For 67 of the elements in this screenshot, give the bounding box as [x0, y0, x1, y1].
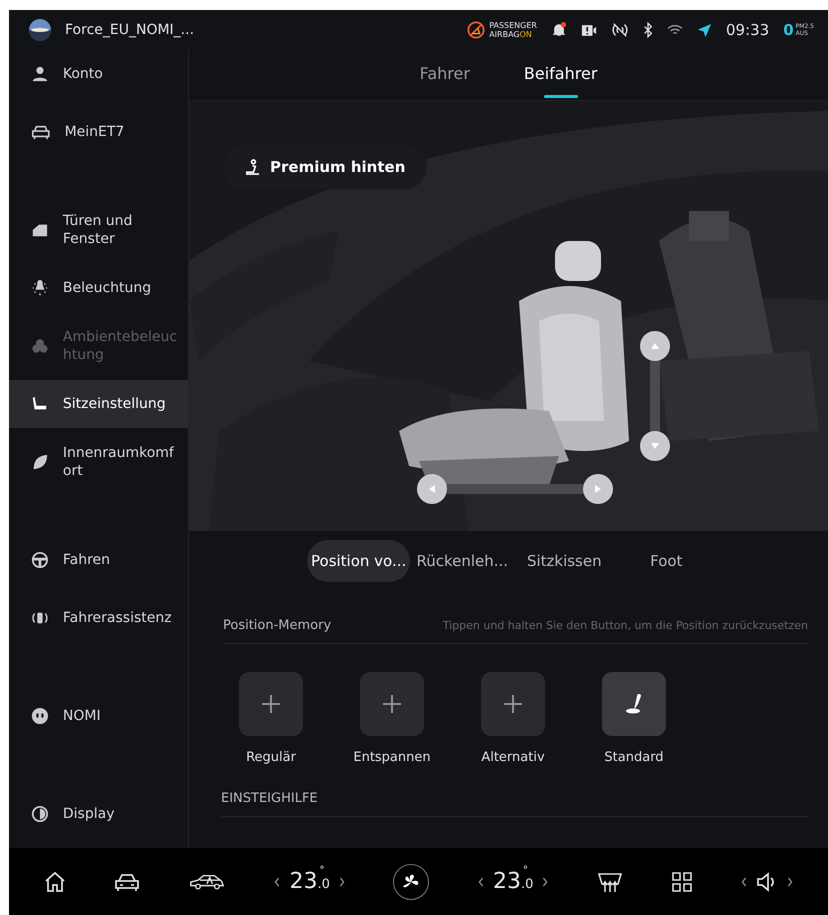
sidebar-item[interactable]: Fahren — [9, 536, 188, 584]
memory-label: Standard — [603, 750, 665, 765]
sidebar-item[interactable]: Display — [9, 790, 188, 838]
sidebar-item[interactable]: Konto — [9, 50, 188, 98]
plus-icon — [382, 694, 402, 714]
sidebar-item[interactable]: NOMI — [9, 692, 188, 740]
hint-text: Tippen und halten Sie den Button, um die Position zurückzusetzen — [442, 618, 808, 632]
memory-button[interactable] — [602, 672, 666, 736]
person-icon — [31, 65, 49, 83]
tab[interactable]: Fahrer — [416, 50, 474, 100]
bluetooth-icon — [642, 22, 653, 38]
grid-icon — [670, 870, 693, 892]
no-signal-icon — [610, 22, 629, 38]
car-side-icon — [188, 872, 226, 890]
triangle-down-icon — [650, 442, 660, 450]
segment-tab[interactable]: Position vo... — [307, 540, 410, 582]
memory-label: Regulär — [245, 750, 297, 765]
memory-label: Entspannen — [352, 750, 432, 765]
car-a-button[interactable] — [188, 872, 226, 890]
bell-icon[interactable] — [550, 22, 567, 38]
triangle-right-icon — [594, 484, 602, 494]
avatar[interactable] — [29, 19, 51, 41]
chevron-left-icon[interactable] — [477, 876, 485, 888]
chevron-right-icon[interactable] — [338, 876, 346, 888]
home-icon — [42, 870, 67, 894]
chevron-left-icon[interactable] — [740, 876, 748, 888]
location-arrow-icon — [696, 22, 712, 38]
wifi-icon — [666, 24, 683, 36]
sidebar-item[interactable]: Fahrerassistenz — [9, 594, 188, 642]
profile-name[interactable]: Force_EU_NOMI_... — [65, 22, 454, 38]
plus-icon — [261, 694, 281, 714]
sidebar-item[interactable]: Türen und Fenster — [9, 206, 188, 254]
triangle-up-icon — [650, 342, 660, 350]
sidebar-item[interactable]: Sitzeinstellung — [9, 380, 188, 428]
steering-wheel-icon — [31, 551, 49, 569]
sidebar-item[interactable]: Innenraumkomfort — [9, 438, 188, 486]
airbag-label: PASSENGER — [489, 21, 537, 30]
sidebar-item[interactable]: MeinET7 — [9, 108, 188, 156]
air-quality-value: 0 — [783, 21, 794, 39]
airbag-off-icon — [467, 21, 486, 39]
tab[interactable]: Beifahrer — [520, 50, 602, 100]
memory-label: Alternativ — [480, 750, 546, 765]
segment-tab[interactable]: Foot — [616, 540, 716, 582]
sidebar-item[interactable]: Beleuchtung — [9, 264, 188, 312]
leaf-icon — [31, 453, 49, 471]
circles-icon — [31, 337, 49, 355]
contrast-icon — [31, 805, 49, 823]
fan-button[interactable] — [393, 864, 430, 900]
segment-tab[interactable]: Rückenleh... — [412, 540, 512, 582]
airbag-label: AIRBAGON — [489, 30, 533, 39]
car-icon — [31, 123, 51, 141]
section-title: EINSTEIGHILFE — [221, 791, 808, 817]
chevron-right-icon[interactable] — [541, 876, 550, 888]
plus-icon — [503, 694, 523, 714]
face-icon — [31, 707, 49, 725]
alert-card-icon — [580, 24, 597, 36]
light-icon — [31, 279, 49, 297]
apps-button[interactable] — [670, 870, 693, 892]
section-title: Position-Memory — [223, 618, 332, 632]
segment-tab[interactable]: Sitzkissen — [514, 540, 614, 582]
home-button[interactable] — [42, 870, 67, 894]
seat-icon — [245, 158, 260, 176]
clock: 09:33 — [726, 21, 770, 39]
chevron-left-icon[interactable] — [273, 876, 282, 888]
door-icon — [31, 222, 49, 238]
triangle-left-icon — [428, 484, 436, 494]
chevron-right-icon[interactable] — [786, 876, 794, 888]
